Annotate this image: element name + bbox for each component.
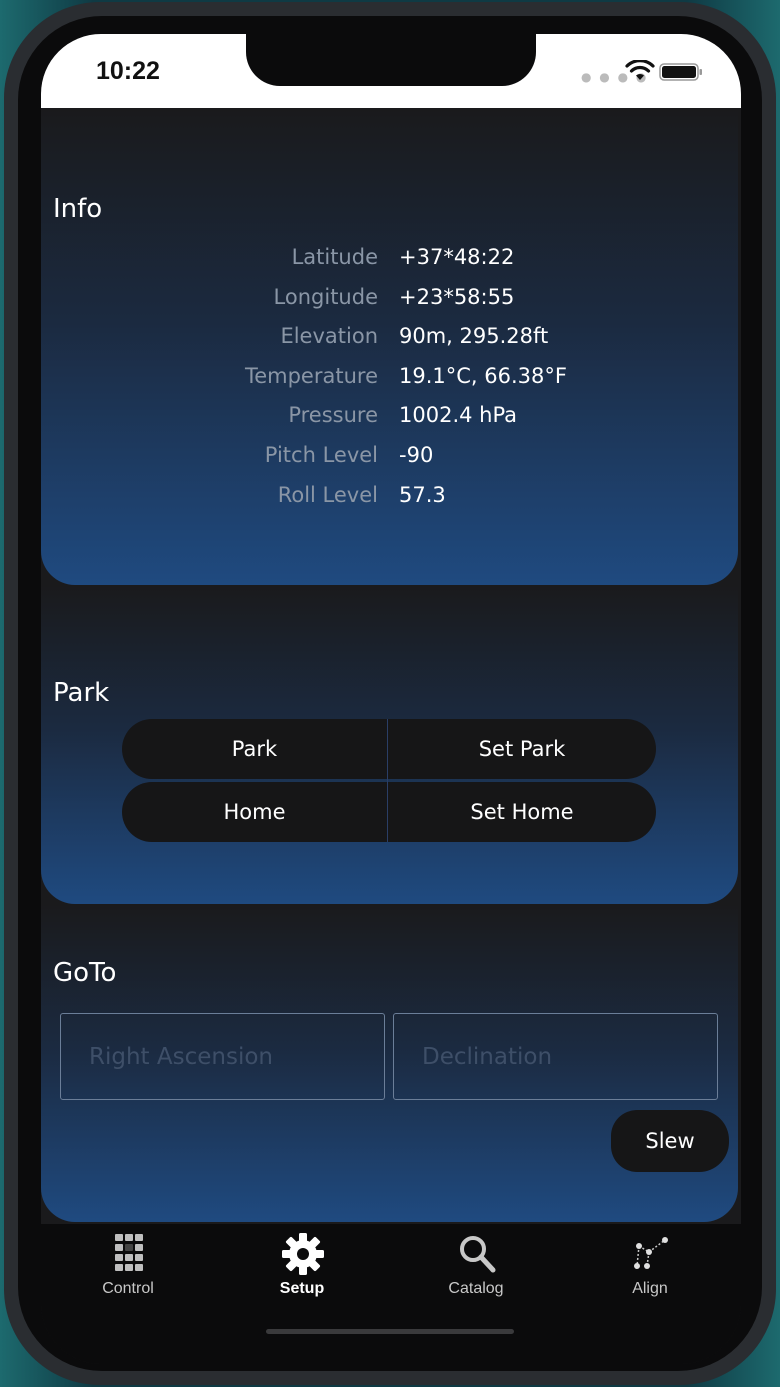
constellation-icon xyxy=(634,1237,668,1269)
search-icon xyxy=(460,1236,496,1273)
latitude-label: Latitude xyxy=(291,245,378,269)
elevation-value: 90m, 295.28ft xyxy=(399,324,549,348)
setup-content: Info Latitude +37*48:22 Longitude +23*58… xyxy=(41,108,741,1224)
screen: 10:22 ● ● ● ● Info Latitude +37*48:22 Lo… xyxy=(41,34,741,1364)
status-icons: ● ● ● ● xyxy=(581,60,711,84)
button-divider xyxy=(387,719,388,842)
temperature-label: Temperature xyxy=(244,364,378,388)
info-title: Info xyxy=(53,194,103,224)
home-indicator xyxy=(266,1329,514,1334)
tab-catalog[interactable]: Catalog xyxy=(389,1224,563,1304)
notch xyxy=(246,34,536,86)
pressure-label: Pressure xyxy=(288,403,378,427)
status-time: 10:22 xyxy=(96,57,160,85)
info-card: Info Latitude +37*48:22 Longitude +23*58… xyxy=(41,108,738,585)
info-row: Pressure 1002.4 hPa xyxy=(41,403,738,443)
grid-icon xyxy=(115,1234,143,1271)
tab-catalog-label: Catalog xyxy=(448,1280,504,1297)
info-row: Roll Level 57.3 xyxy=(41,483,738,523)
longitude-label: Longitude xyxy=(273,285,378,309)
right-ascension-input[interactable]: Right Ascension xyxy=(60,1013,385,1100)
pitch-level-label: Pitch Level xyxy=(264,443,378,467)
pressure-value: 1002.4 hPa xyxy=(399,403,518,427)
declination-input[interactable]: Declination xyxy=(393,1013,718,1100)
longitude-value: +23*58:55 xyxy=(399,285,515,309)
tab-setup-label: Setup xyxy=(279,1280,325,1297)
info-row: Temperature 19.1°C, 66.38°F xyxy=(41,364,738,404)
temperature-value: 19.1°C, 66.38°F xyxy=(399,364,567,388)
info-row: Latitude +37*48:22 xyxy=(41,245,738,285)
set-park-button[interactable]: Set Park xyxy=(388,719,656,779)
tab-align[interactable]: Align xyxy=(563,1224,737,1304)
tab-control-label: Control xyxy=(102,1280,154,1297)
roll-level-label: Roll Level xyxy=(277,483,378,507)
info-row: Elevation 90m, 295.28ft xyxy=(41,324,738,364)
gear-icon xyxy=(282,1233,324,1275)
battery-icon xyxy=(659,63,702,81)
tab-setup[interactable]: Setup xyxy=(215,1224,389,1304)
tab-align-label: Align xyxy=(632,1280,668,1297)
pitch-level-value: -90 xyxy=(399,443,434,467)
tab-control[interactable]: Control xyxy=(41,1224,215,1304)
wifi-icon xyxy=(625,60,655,80)
info-row: Pitch Level -90 xyxy=(41,443,738,483)
park-card: Park Park Set Park Home Set Home xyxy=(41,585,738,904)
goto-title: GoTo xyxy=(53,958,117,988)
elevation-label: Elevation xyxy=(280,324,378,348)
set-home-button[interactable]: Set Home xyxy=(388,782,656,842)
park-title: Park xyxy=(53,678,110,708)
home-button[interactable]: Home xyxy=(122,782,387,842)
tab-bar: Control Setup Catalog Align xyxy=(41,1224,741,1364)
info-row: Longitude +23*58:55 xyxy=(41,285,738,325)
latitude-value: +37*48:22 xyxy=(399,245,515,269)
slew-button[interactable]: Slew xyxy=(611,1110,729,1172)
roll-level-value: 57.3 xyxy=(399,483,446,507)
park-button[interactable]: Park xyxy=(122,719,387,779)
